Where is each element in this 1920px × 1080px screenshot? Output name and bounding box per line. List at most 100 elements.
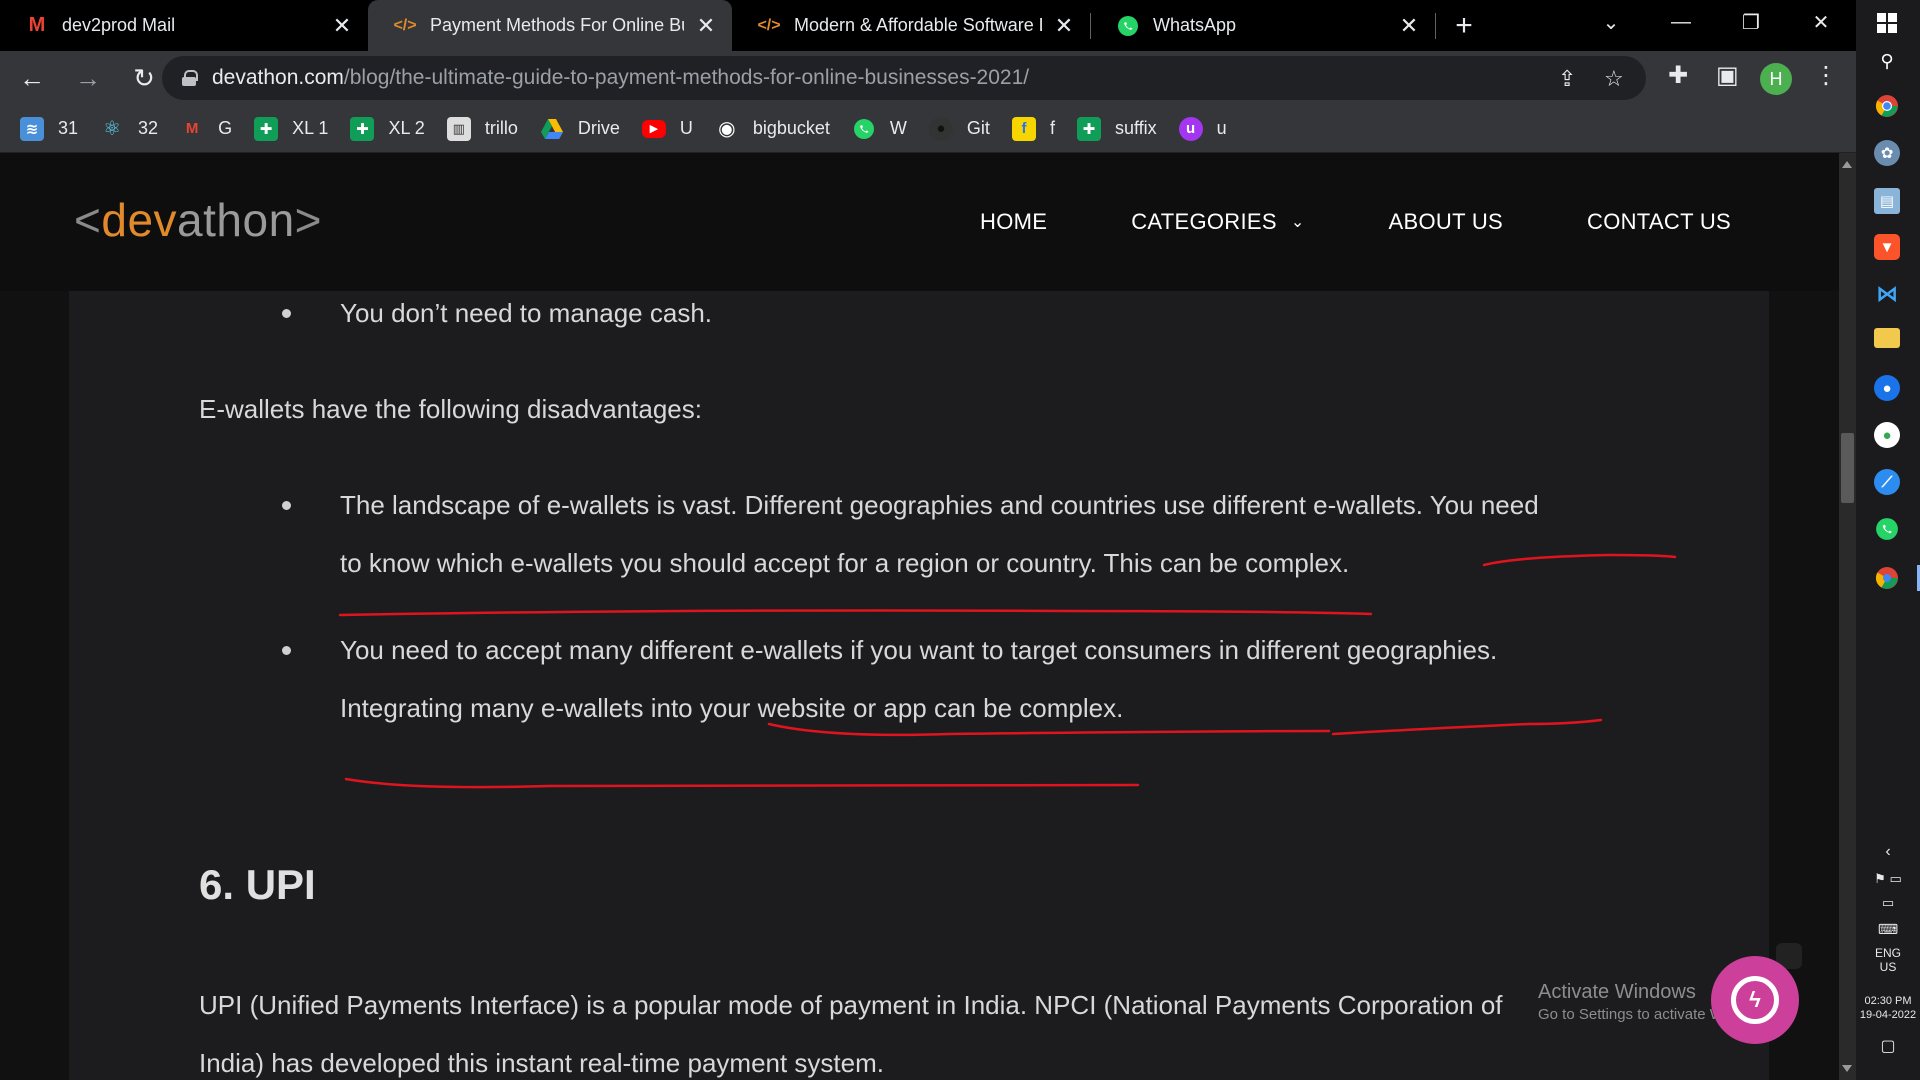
tab-title: Payment Methods For Online Bu [430,15,684,35]
brave-icon[interactable]: ▼ [1874,234,1900,260]
close-tab-icon[interactable]: ✕ [330,13,354,39]
bookmark-g[interactable]: MG [180,111,232,147]
devathon-logo[interactable]: <devathon> [74,193,322,247]
bookmark-w[interactable]: W [852,111,907,147]
reload-button[interactable]: ↻ [120,54,168,102]
window-controls: ⌄ — ❐ ✕ [1576,0,1856,51]
gmail-icon: M [28,14,46,36]
windows-start-icon[interactable] [1874,10,1900,36]
page-scrollbar[interactable] [1839,153,1856,1080]
code-icon: </> [757,16,781,34]
minimize-button[interactable]: — [1646,0,1716,44]
tab-modern-software[interactable]: </> Modern & Affordable Software D ✕ [732,0,1090,51]
tab-payment-methods[interactable]: </> Payment Methods For Online Bu ✕ [368,0,732,51]
display-icon[interactable]: ▭ [1856,896,1920,910]
close-tab-icon[interactable]: ✕ [1397,13,1421,39]
chevron-left-icon[interactable]: ‹ [1856,844,1920,860]
extensions-icon[interactable]: ✚ [1668,61,1688,90]
whatsapp-icon [852,117,876,141]
notifications-icon[interactable]: ▢ [1856,1039,1920,1055]
main-nav: HOME CATEGORIES ⌄ ABOUT US CONTACT US [980,209,1731,235]
side-panel-icon[interactable]: ▣ [1716,61,1739,90]
tab-gmail[interactable]: M dev2prod Mail ✕ [0,0,368,51]
back-button[interactable]: ← [8,54,56,102]
page-viewport: <devathon> HOME CATEGORIES ⌄ ABOUT US CON… [0,153,1839,1080]
underline-stroke [1331,718,1603,736]
youtube-icon: ▶ [641,119,666,138]
forward-button[interactable]: → [64,54,112,102]
whatsapp-icon[interactable] [1874,516,1900,542]
nav-contact-us[interactable]: CONTACT US [1587,209,1731,235]
bookmark-32[interactable]: ⚛ 32 [100,111,158,147]
bookmark-xl2[interactable]: ✚ XL 2 [350,111,425,147]
stack-icon: ≋ [20,116,44,141]
gmail-icon: M [185,120,199,137]
close-tab-icon[interactable]: ✕ [1052,13,1076,39]
tab-search-icon[interactable]: ⌄ [1576,0,1646,44]
nav-home[interactable]: HOME [980,209,1047,235]
nav-categories[interactable]: CATEGORIES ⌄ [1131,209,1304,235]
tab-bar: M dev2prod Mail ✕ </> Payment Methods Fo… [0,0,1856,51]
bookmark-drive[interactable]: Drive [540,111,620,147]
bookmark-u-youtube[interactable]: ▶ U [641,111,693,147]
bookmark-xl1[interactable]: ✚ XL 1 [254,111,328,147]
tab-title: WhatsApp [1153,15,1237,35]
red-underline-annotations [338,553,1677,789]
nav-about-us[interactable]: ABOUT US [1389,209,1503,235]
maps-icon[interactable]: ● [1874,375,1900,401]
clock[interactable]: 02:30 PM 19-04-2022 [1856,994,1920,1022]
keyboard-icon[interactable]: ⌨ [1856,922,1920,936]
sheets-icon: ✚ [350,116,375,141]
scroll-up-arrow-icon[interactable] [1842,161,1852,168]
vscode-icon[interactable]: ⋈ [1874,281,1900,307]
app-icon[interactable]: ✿ [1874,140,1900,166]
underline-stroke [344,777,1140,789]
language-indicator[interactable]: ENG US [1856,946,1920,974]
bookmark-trillo[interactable]: ▥ trillo [446,111,518,147]
address-bar[interactable]: devathon.com/blog/the-ultimate-guide-to-… [162,56,1646,100]
lock-icon[interactable] [182,70,198,86]
compass-icon[interactable]: ⟋ [1874,469,1900,495]
windows-taskbar: ⚲ ✿ ▤ ▼ ⋈ ● ● ⟋ ‹ ⚑ ▭ ▭ ⌨ ENG US 02:30 P… [1856,0,1920,1080]
sheets-icon: ✚ [1076,116,1101,141]
messenger-chat-button[interactable]: ϟ [1711,956,1799,1044]
scrollbar-thumb[interactable] [1841,433,1854,503]
underline-stroke [767,722,1331,737]
bookmark-git[interactable]: ● Git [928,111,990,147]
github-icon: ● [928,116,953,141]
bookmark-star-icon[interactable]: ☆ [1604,66,1624,92]
trello-icon: ▥ [446,116,471,141]
sheets-icon: ✚ [254,116,279,141]
site-header: <devathon> HOME CATEGORIES ⌄ ABOUT US CON… [0,153,1839,291]
file-explorer-icon[interactable] [1874,328,1900,348]
flipkart-icon: f [1011,116,1036,141]
url-text[interactable]: devathon.com/blog/the-ultimate-guide-to-… [212,66,1029,90]
new-tab-button[interactable]: + [1436,0,1492,51]
chrome-icon[interactable] [1874,93,1900,119]
bookmark-u-udemy[interactable]: uu [1178,111,1227,147]
menu-icon[interactable]: ⋮ [1814,61,1838,90]
profile-avatar[interactable]: H [1760,63,1792,95]
chevron-down-icon: ⌄ [1290,214,1305,231]
bookmark-suffix[interactable]: ✚ suffix [1076,111,1157,147]
restore-button[interactable]: ❐ [1716,0,1786,44]
app-icon[interactable]: ● [1874,422,1900,448]
react-icon: ⚛ [103,118,121,140]
whatsapp-icon [1117,15,1139,37]
scroll-down-arrow-icon[interactable] [1842,1065,1852,1072]
globe-icon: ◉ [718,118,736,140]
bookmark-bigbucket[interactable]: ◉ bigbucket [715,111,830,147]
system-tray-icons[interactable]: ⚑ ▭ [1856,872,1920,886]
chrome-profile-icon[interactable] [1874,565,1900,591]
close-window-button[interactable]: ✕ [1786,0,1856,44]
underline-stroke [1482,553,1677,567]
tab-title: Modern & Affordable Software D [794,15,1042,35]
search-icon[interactable]: ⚲ [1874,48,1900,74]
share-icon[interactable]: ⇪ [1558,66,1576,92]
browser-toolbar: ← → ↻ devathon.com/blog/the-ultimate-gui… [0,51,1856,105]
notes-icon[interactable]: ▤ [1874,188,1900,214]
bookmark-31[interactable]: ≋ 31 [20,111,78,147]
close-tab-icon[interactable]: ✕ [694,13,718,39]
bookmark-f[interactable]: ff [1011,111,1055,147]
tab-whatsapp[interactable]: WhatsApp ✕ [1091,0,1435,51]
